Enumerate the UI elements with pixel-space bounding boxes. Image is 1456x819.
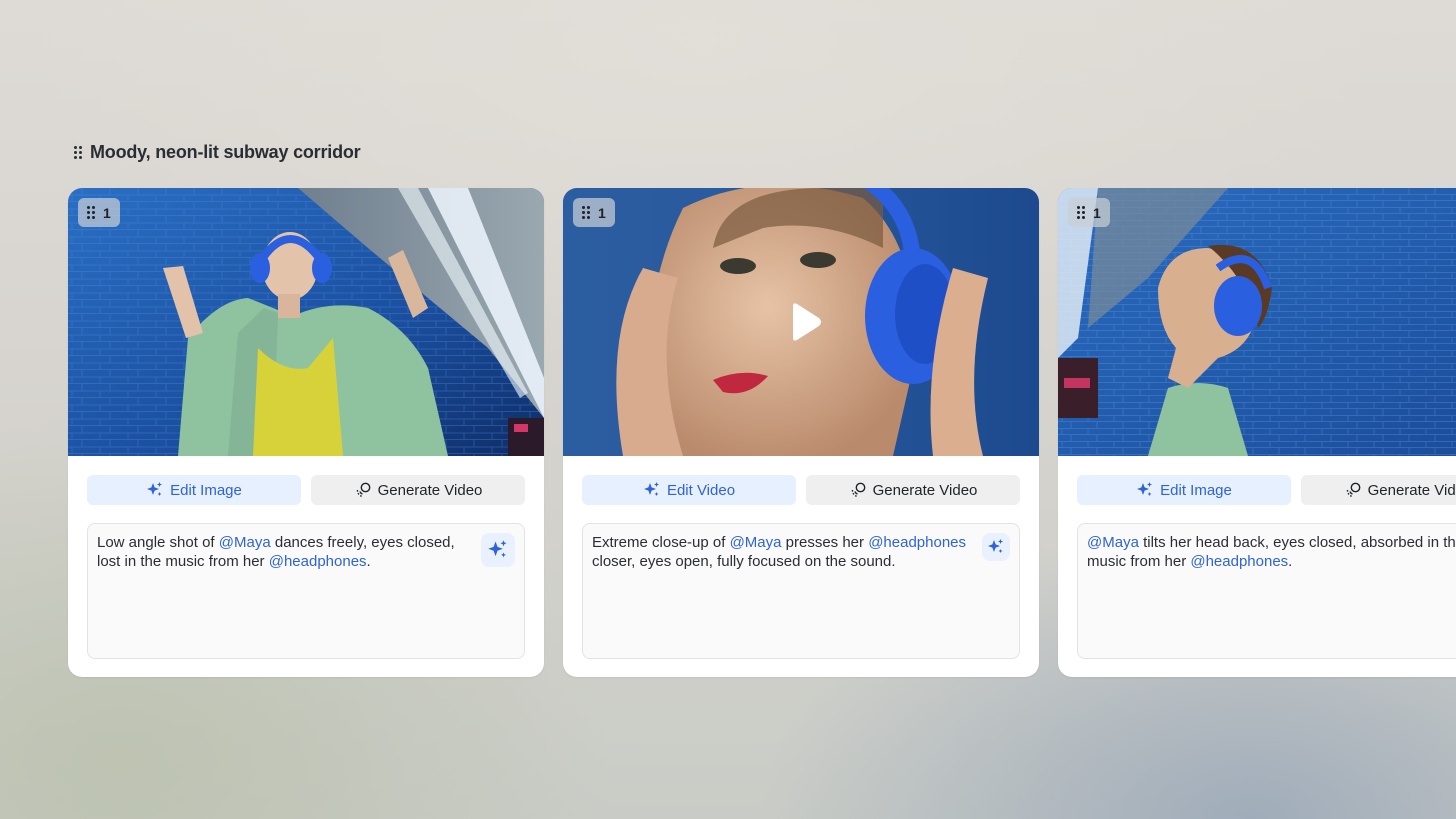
sparkles-icon [147, 482, 163, 496]
shot-count-badge[interactable]: 1 [78, 198, 120, 227]
mention-maya[interactable]: @Maya [730, 534, 782, 551]
sparkles-icon [643, 482, 659, 496]
sparkles-icon [1137, 482, 1153, 496]
prompt-textarea[interactable]: Low angle shot of @Maya dances freely, e… [87, 523, 525, 659]
prompt-text: @Maya tilts her head back, eyes closed, … [1087, 534, 1456, 570]
shot-video[interactable]: 1 [563, 188, 1039, 456]
edit-image-label: Edit Image [1160, 481, 1232, 499]
shot-count-badge[interactable]: 1 [573, 198, 615, 227]
shot-count-badge[interactable]: 1 [1068, 198, 1110, 227]
shot-card: 1 Edit Video Generate Video Extreme clos… [563, 188, 1039, 677]
generate-video-button[interactable]: Generate Video [311, 475, 525, 505]
shot-card: 1 Edit Image [1058, 188, 1456, 677]
enhance-prompt-button[interactable] [481, 533, 515, 567]
edit-image-button[interactable]: Edit Image [87, 475, 301, 505]
drag-handle-icon [582, 206, 590, 219]
mention-headphones[interactable]: @headphones [868, 534, 966, 551]
edit-video-label: Edit Video [666, 481, 736, 499]
edit-video-button[interactable]: Edit Video [582, 475, 796, 505]
prompt-textarea[interactable]: @Maya tilts her head back, eyes closed, … [1077, 523, 1456, 659]
generate-video-label: Generate Video [872, 481, 978, 499]
prompt-text: Low angle shot of @Maya dances freely, e… [97, 534, 455, 570]
image-head-tilted-back [1058, 188, 1456, 456]
shot-image[interactable]: 1 [68, 188, 544, 456]
shot-cards-row: 1 Edit Image Generate Video Low angle sh… [68, 188, 1456, 677]
mention-headphones[interactable]: @headphones [1190, 553, 1288, 570]
edit-image-button[interactable]: Edit Image [1077, 475, 1291, 505]
shot-image[interactable]: 1 [1058, 188, 1456, 456]
generate-video-button[interactable]: Generate Video [806, 475, 1020, 505]
card-actions: Edit Image Generate Video [1077, 475, 1456, 505]
sparkles-icon [488, 540, 507, 558]
video-generate-icon [356, 482, 370, 498]
video-generate-icon [1346, 482, 1360, 498]
edit-image-label: Edit Image [170, 481, 242, 499]
drag-handle-icon [87, 206, 95, 219]
sparkles-icon [988, 539, 1003, 553]
video-generate-icon [851, 482, 865, 498]
enhance-prompt-button[interactable] [982, 533, 1010, 561]
drag-handle-icon [1077, 206, 1085, 219]
card-actions: Edit Image Generate Video [87, 475, 525, 505]
group-title: Moody, neon-lit subway corridor [90, 141, 361, 162]
prompt-textarea[interactable]: Extreme close-up of @Maya presses her @h… [582, 523, 1020, 659]
mention-maya[interactable]: @Maya [219, 534, 271, 551]
mention-headphones[interactable]: @headphones [269, 553, 367, 570]
generate-video-button[interactable]: Generate Video [1301, 475, 1456, 505]
generate-video-label: Generate Video [1367, 481, 1456, 499]
group-header: Moody, neon-lit subway corridor [74, 140, 361, 164]
play-icon[interactable] [781, 300, 825, 344]
drag-handle-icon[interactable] [74, 145, 82, 159]
mention-maya[interactable]: @Maya [1087, 534, 1139, 551]
canvas: Moody, neon-lit subway corridor 1 Edit I… [0, 0, 1456, 819]
image-subway-dancer [68, 188, 544, 456]
generate-video-label: Generate Video [377, 481, 483, 499]
shot-card: 1 Edit Image [68, 188, 544, 677]
prompt-text: Extreme close-up of @Maya presses her @h… [592, 534, 967, 570]
card-actions: Edit Video Generate Video [582, 475, 1020, 505]
